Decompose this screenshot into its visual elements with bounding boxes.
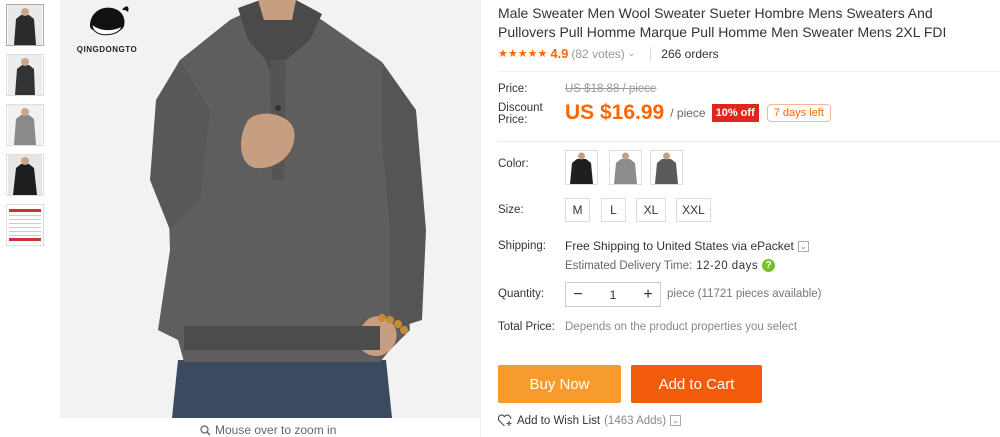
- product-info-panel: Male Sweater Men Wool Sweater Sueter Hom…: [480, 0, 1000, 437]
- color-swatch-black[interactable]: [565, 150, 598, 185]
- orders-count: 266 orders: [650, 46, 719, 61]
- discount-badge: 10% off: [711, 104, 759, 122]
- discount-label-line2: Price:: [498, 114, 528, 126]
- thumbnail-list: [6, 4, 48, 254]
- rating-votes[interactable]: (82 votes): [571, 47, 624, 61]
- size-option-xl[interactable]: XL: [636, 198, 666, 222]
- help-icon[interactable]: ?: [762, 259, 776, 272]
- thumbnail-4[interactable]: [6, 154, 44, 196]
- wish-list-link[interactable]: Add to Wish List (1463 Adds) ⌄: [498, 414, 682, 427]
- total-price-label: Total Price:: [498, 321, 555, 333]
- minus-icon[interactable]: −: [566, 283, 590, 306]
- color-label: Color:: [498, 158, 529, 170]
- rating-stars-icon: ★★★★★: [498, 48, 548, 60]
- price-label: Price:: [498, 83, 528, 95]
- quantity-stepper: − 1 +: [565, 282, 661, 307]
- color-swatch-gray[interactable]: [609, 150, 642, 185]
- original-price: US $18.88 / piece: [565, 83, 657, 95]
- plus-icon[interactable]: +: [636, 283, 660, 306]
- delivery-days: 12-20 days: [696, 259, 759, 272]
- whale-logo-icon: [90, 6, 129, 36]
- size-option-xxl[interactable]: XXL: [676, 198, 711, 222]
- add-to-cart-button[interactable]: Add to Cart: [631, 365, 762, 403]
- wish-list-count: (1463 Adds): [604, 414, 667, 427]
- zoom-hint-text: Mouse over to zoom in: [215, 423, 337, 437]
- discount-price-label: Discount Price:: [498, 102, 543, 126]
- brand-name: QINGDONGTO: [76, 45, 138, 54]
- color-swatch-dark-gray[interactable]: [650, 150, 683, 185]
- rating-value: 4.9: [550, 46, 569, 61]
- divider: [498, 71, 1000, 72]
- thumbnail-1[interactable]: [6, 4, 44, 46]
- delivery-label: Estimated Delivery Time:: [565, 259, 693, 272]
- delivery-time: Estimated Delivery Time: 12-20 days ?: [565, 259, 776, 272]
- quantity-available: piece (11721 pieces available): [667, 288, 822, 300]
- discount-label-line1: Discount: [498, 102, 543, 114]
- buy-now-button[interactable]: Buy Now: [498, 365, 621, 403]
- thumbnail-3[interactable]: [6, 104, 44, 146]
- quantity-label: Quantity:: [498, 288, 545, 300]
- days-left-badge: 7 days left: [766, 104, 831, 122]
- total-price-note: Depends on the product properties you se…: [565, 321, 798, 333]
- size-option-l[interactable]: L: [601, 198, 626, 222]
- wish-list-label[interactable]: Add to Wish List: [517, 415, 600, 427]
- quantity-input[interactable]: 1: [590, 288, 636, 302]
- product-title: Male Sweater Men Wool Sweater Sueter Hom…: [498, 5, 947, 40]
- chevron-down-icon[interactable]: ⌄: [670, 415, 682, 426]
- shipping-text[interactable]: Free Shipping to United States via ePack…: [565, 239, 794, 253]
- thumbnail-2[interactable]: [6, 54, 44, 96]
- per-piece-label: / piece: [670, 106, 706, 120]
- current-price: US $16.99: [565, 101, 665, 124]
- divider: [498, 141, 1000, 142]
- zoom-hint: Mouse over to zoom in: [200, 423, 336, 437]
- size-option-m[interactable]: M: [565, 198, 590, 222]
- size-label: Size:: [498, 204, 524, 216]
- shipping-method[interactable]: Free Shipping to United States via ePack…: [565, 239, 809, 253]
- chevron-down-icon[interactable]: ⌄: [628, 48, 636, 59]
- thumbnail-5-size-chart[interactable]: [6, 204, 44, 246]
- magnifier-icon: [200, 424, 211, 436]
- chevron-down-icon[interactable]: ⌄: [797, 240, 809, 252]
- heart-plus-icon: [498, 414, 512, 427]
- rating-row: ★★★★★ 4.9 (82 votes) ⌄ 266 orders: [498, 46, 719, 61]
- discount-price-row: US $16.99 / piece 10% off 7 days left: [565, 101, 831, 125]
- main-product-image[interactable]: [60, 0, 480, 418]
- brand-logo: QINGDONGTO: [67, 2, 147, 54]
- shipping-label: Shipping:: [498, 240, 546, 252]
